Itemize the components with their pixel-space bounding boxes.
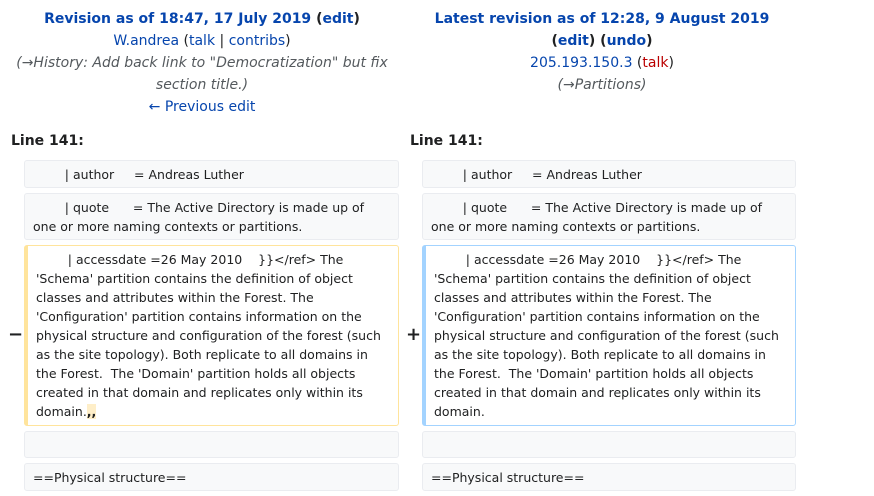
context-row-empty-right (422, 431, 796, 458)
old-summary-line-1: (→History: Add back link to "Democratiza… (16, 55, 388, 71)
new-revision-title: Latest revision as of 12:28, 9 August 20… (408, 8, 796, 30)
added-line: | accessdate =26 May 2010 }}</ref> The '… (422, 245, 796, 426)
old-edit-link[interactable]: edit (322, 11, 353, 27)
old-user-link[interactable]: W.andrea (113, 33, 179, 49)
context-row-empty-left (24, 431, 399, 458)
new-revision-user: 205.193.150.3 (talk) (530, 55, 674, 71)
added-line-marker: + (406, 324, 422, 345)
old-revision-user: W.andrea (talk | contribs) (113, 33, 291, 49)
old-revision-link[interactable]: Revision as of 18:47, 17 July 2019 (44, 11, 311, 27)
line-number-right: Line 141: (410, 133, 483, 149)
context-row-heading-left: ==Physical structure== (24, 463, 399, 491)
old-user-talk-link[interactable]: talk (189, 33, 215, 49)
new-edit-link[interactable]: edit (558, 33, 589, 49)
new-revision-link[interactable]: Latest revision as of 12:28, 9 August 20… (435, 11, 770, 27)
undo-link[interactable]: undo (607, 33, 647, 49)
old-user-contribs-link[interactable]: contribs (229, 33, 285, 49)
context-row-heading-right: ==Physical structure== (422, 463, 796, 491)
line-number-left: Line 141: (11, 133, 84, 149)
old-revision-title: Revision as of 18:47, 17 July 2019 (edit… (44, 11, 360, 27)
context-row-quote-right: | quote = The Active Directory is made u… (422, 193, 796, 240)
previous-edit-link[interactable]: ← Previous edit (149, 99, 256, 115)
new-revision-header: Latest revision as of 12:28, 9 August 20… (408, 8, 796, 96)
old-edit-summary: (→History: Add back link to "Democratiza… (10, 52, 394, 96)
new-edit-summary: (→Partitions) (557, 77, 647, 93)
old-summary-line-2: section title.) (155, 77, 249, 93)
deleted-line-marker: − (8, 324, 24, 345)
deleted-text-highlight: ,, (86, 404, 97, 419)
deleted-line-text: | accessdate =26 May 2010 }}</ref> The '… (36, 252, 385, 419)
new-revision-actions: (edit) (undo) (551, 33, 653, 49)
context-row-quote-left: | quote = The Active Directory is made u… (24, 193, 399, 240)
new-user-talk-link[interactable]: talk (642, 55, 668, 71)
old-revision-header: Revision as of 18:47, 17 July 2019 (edit… (10, 8, 394, 118)
context-row-author-left: | author = Andreas Luther (24, 160, 399, 188)
context-row-author-right: | author = Andreas Luther (422, 160, 796, 188)
new-user-link[interactable]: 205.193.150.3 (530, 55, 632, 71)
deleted-line: | accessdate =26 May 2010 }}</ref> The '… (24, 245, 399, 426)
